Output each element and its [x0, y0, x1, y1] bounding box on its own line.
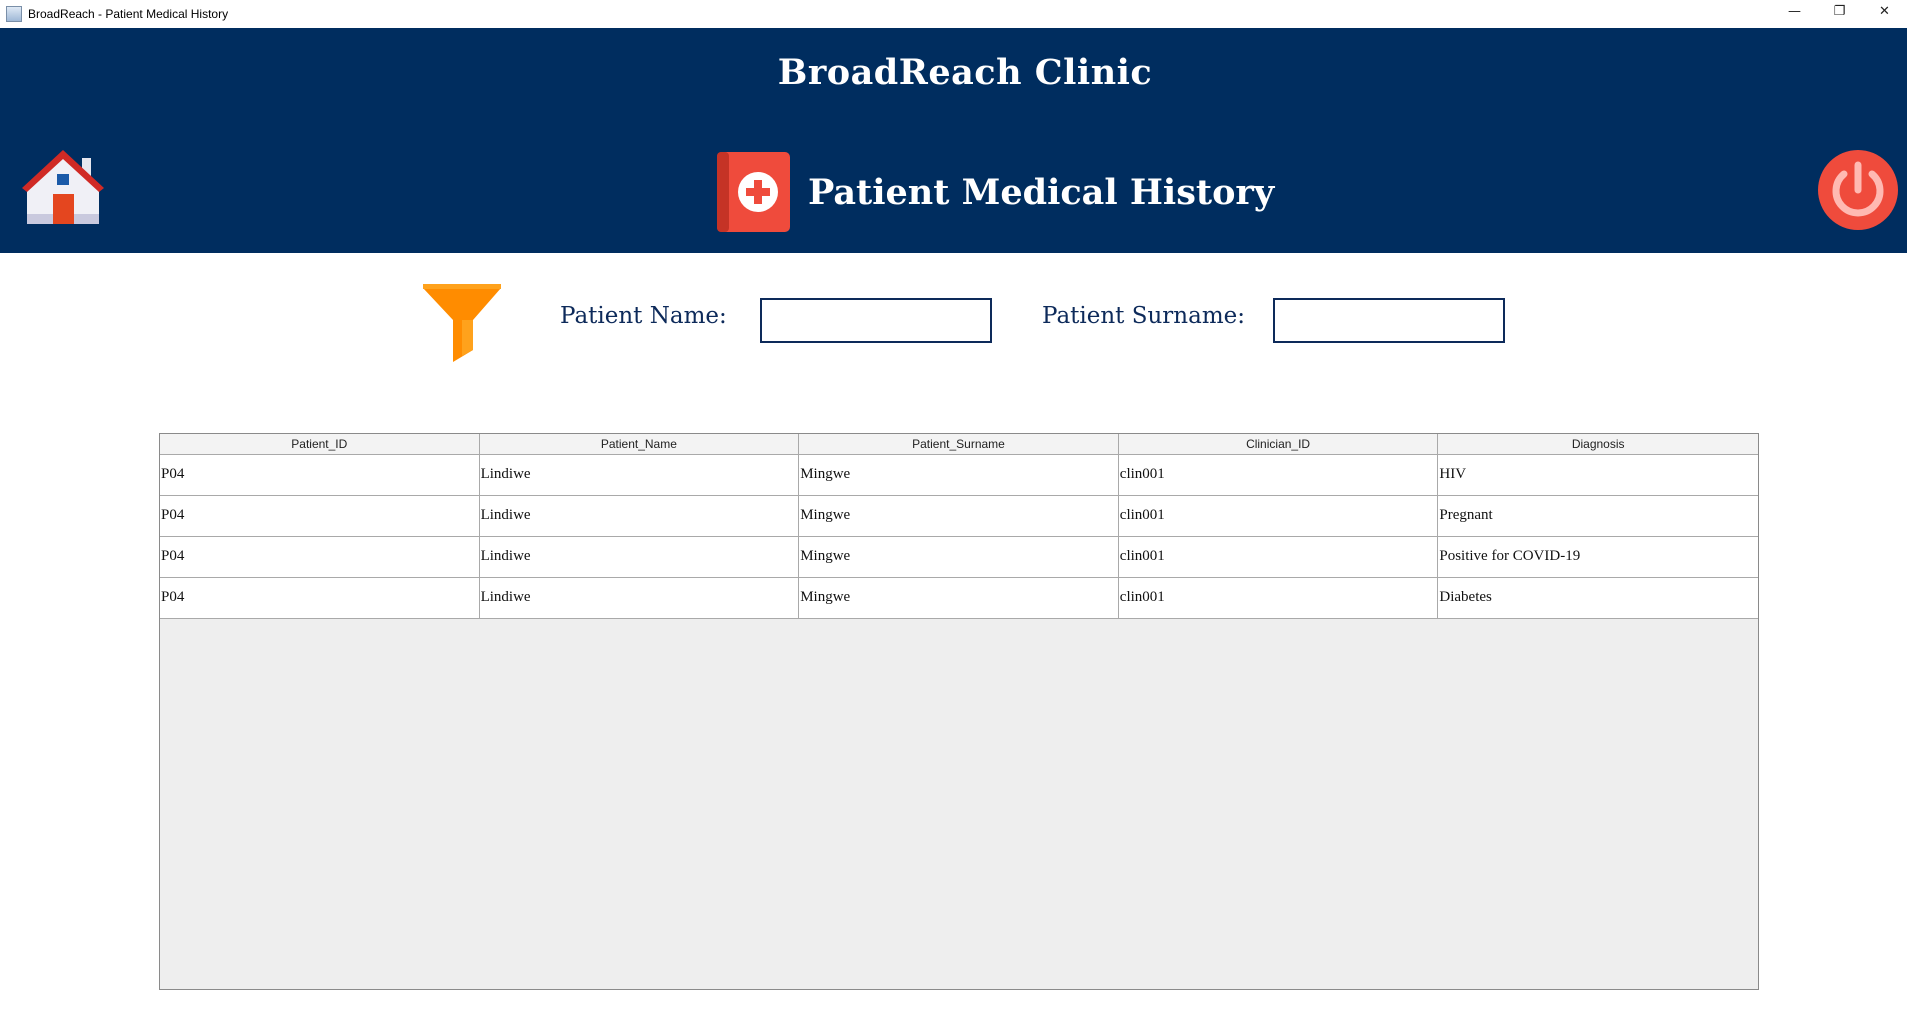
cell-patient-name: Lindiwe — [480, 537, 800, 577]
column-header-patient-id[interactable]: Patient_ID — [160, 434, 480, 454]
home-icon — [22, 150, 104, 224]
window-controls: — ❐ ✕ — [1772, 0, 1907, 22]
column-header-patient-name[interactable]: Patient_Name — [480, 434, 800, 454]
cell-diagnosis: Positive for COVID-19 — [1439, 548, 1581, 564]
cell-patient-surname: Mingwe — [799, 455, 1119, 495]
home-button[interactable] — [22, 146, 104, 228]
cell-patient-name: Lindiwe — [480, 455, 800, 495]
table-row[interactable]: P04 Lindiwe Mingwe clin001 HIV — [160, 455, 1758, 496]
patient-surname-input[interactable] — [1273, 298, 1505, 343]
header-banner: BroadReach Clinic Patient Medical Histor… — [0, 28, 1907, 253]
table-row[interactable]: P04 Lindiwe Mingwe clin001 Diabetes — [160, 578, 1758, 619]
java-app-icon — [6, 6, 22, 22]
column-header-diagnosis[interactable]: Diagnosis — [1438, 434, 1758, 454]
clinic-title: BroadReach Clinic — [777, 52, 1153, 93]
table-header: Patient_ID Patient_Name Patient_Surname … — [160, 434, 1758, 455]
cell-clinician-id: clin001 — [1119, 578, 1439, 618]
cell-patient-id: P04 — [160, 578, 480, 618]
cell-clinician-id: clin001 — [1119, 496, 1439, 536]
cell-diagnosis: Pregnant — [1439, 507, 1493, 523]
patient-surname-label: Patient Surname: — [1042, 303, 1245, 329]
power-icon — [1818, 150, 1898, 230]
restore-button[interactable]: ❐ — [1817, 0, 1862, 22]
table-row[interactable]: P04 Lindiwe Mingwe clin001 Pregnant — [160, 496, 1758, 537]
table-row[interactable]: P04 Lindiwe Mingwe clin001 Positive for … — [160, 537, 1758, 578]
cell-patient-name: Lindiwe — [480, 496, 800, 536]
patient-name-input[interactable] — [760, 298, 992, 343]
cell-patient-id: P04 — [160, 455, 480, 495]
cell-diagnosis: HIV — [1439, 466, 1467, 482]
window-titlebar: BroadReach - Patient Medical History — ❐… — [0, 0, 1907, 28]
minimize-button[interactable]: — — [1772, 0, 1817, 22]
page-heading: Patient Medical History — [717, 152, 1274, 232]
cell-clinician-id: clin001 — [1119, 455, 1439, 495]
medical-history-table[interactable]: Patient_ID Patient_Name Patient_Surname … — [159, 433, 1759, 990]
cell-patient-surname: Mingwe — [799, 496, 1119, 536]
cell-diagnosis: Diabetes — [1439, 589, 1492, 605]
cell-patient-surname: Mingwe — [799, 578, 1119, 618]
cell-patient-name: Lindiwe — [480, 578, 800, 618]
cell-patient-id: P04 — [160, 496, 480, 536]
cell-clinician-id: clin001 — [1119, 537, 1439, 577]
filter-button[interactable] — [423, 284, 501, 362]
page-title: Patient Medical History — [808, 171, 1275, 213]
close-button[interactable]: ✕ — [1862, 0, 1907, 22]
window-title: BroadReach - Patient Medical History — [28, 7, 229, 21]
logout-button[interactable] — [1818, 150, 1898, 230]
cell-patient-id: P04 — [160, 537, 480, 577]
medical-book-icon — [717, 152, 790, 232]
column-header-patient-surname[interactable]: Patient_Surname — [799, 434, 1119, 454]
filter-funnel-icon — [423, 284, 501, 362]
cell-patient-surname: Mingwe — [799, 537, 1119, 577]
patient-name-label: Patient Name: — [560, 303, 727, 329]
column-header-clinician-id[interactable]: Clinician_ID — [1119, 434, 1439, 454]
